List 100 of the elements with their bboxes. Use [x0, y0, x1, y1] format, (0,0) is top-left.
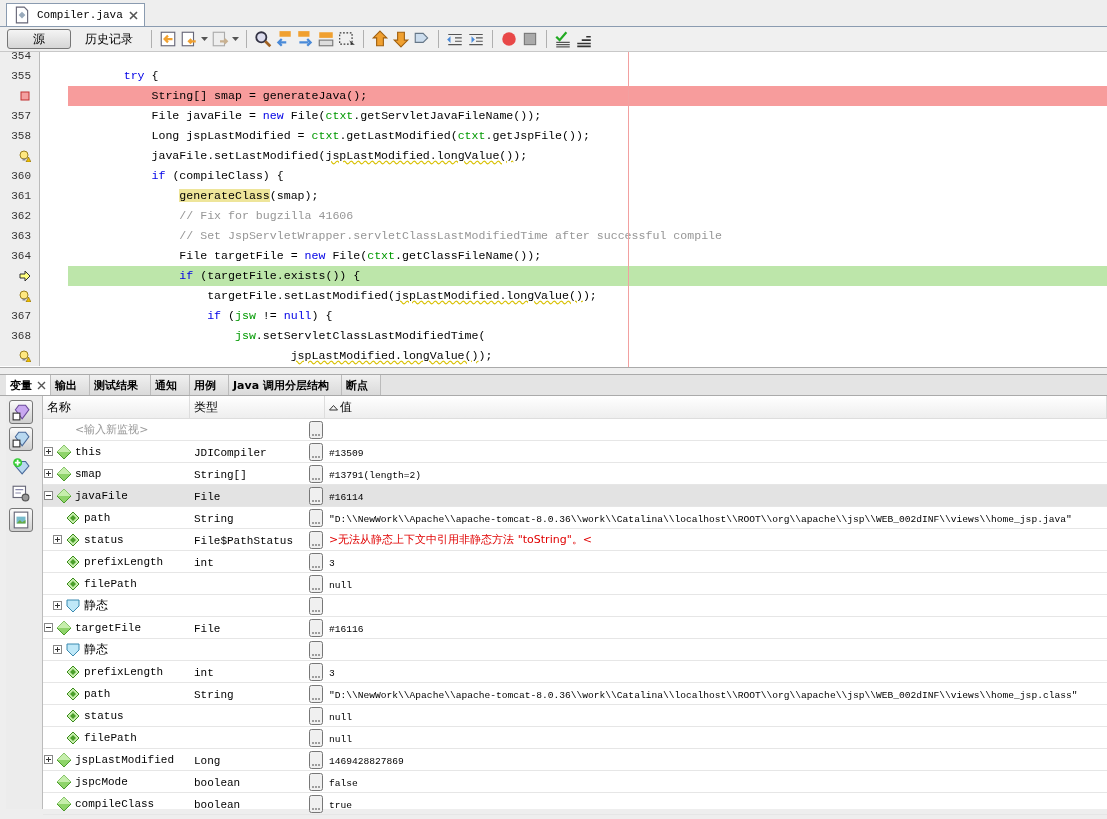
check-lines-icon[interactable]	[554, 30, 572, 48]
ellipsis-button[interactable]	[309, 706, 323, 725]
ellipsis-button[interactable]	[309, 508, 323, 527]
variable-value: "D:\\NewWork\\Apache\\apache-tomcat-8.0.36\\work\\Catalina\\localhost\\ROOT\\org\\apache\\jsp\\WEB_002dINF\\views\\home_jsp.class"	[328, 689, 1078, 701]
ellipsis-button[interactable]	[309, 420, 323, 439]
panel-tab[interactable]: Java 调用分层结构	[229, 375, 342, 395]
line-number: 364	[11, 250, 32, 262]
expand-icon[interactable]	[53, 645, 62, 654]
variable-type: File	[193, 490, 221, 503]
arrow-right-icon[interactable]	[296, 30, 314, 48]
variable-value: >无法从静态上下文中引用非静态方法 "toString"。<	[328, 533, 592, 546]
ellipsis-button[interactable]	[309, 728, 323, 747]
code-line: File javaFile = new File(ctxt.getServletJavaFileName());	[150, 108, 543, 124]
code-line: File targetFile = new File(ctxt.getClassFileName());	[178, 248, 543, 264]
ellipsis-button[interactable]	[309, 574, 323, 593]
sort-up-icon	[329, 402, 338, 412]
stop-icon[interactable]	[521, 30, 539, 48]
ellipsis-button[interactable]	[309, 530, 323, 549]
image-button[interactable]	[9, 508, 33, 532]
ellipsis-button[interactable]	[309, 442, 323, 461]
variable-name: status	[84, 709, 124, 722]
collapse-icon[interactable]	[44, 491, 53, 500]
record-icon[interactable]	[500, 30, 518, 48]
code-line: javaFile.setLastModified(jspLastModified.longValue());	[150, 148, 529, 164]
gem-button[interactable]	[9, 427, 33, 451]
panel-tab[interactable]: 变量	[6, 375, 51, 395]
variable-name: jspcMode	[75, 775, 128, 788]
variable-name: 静态	[84, 597, 108, 614]
code-line: if (compileClass) {	[150, 168, 285, 184]
variable-type: boolean	[193, 776, 241, 789]
variable-name: this	[75, 445, 102, 458]
variable-type: Long	[193, 754, 221, 767]
line-number: 357	[11, 110, 32, 122]
line-number: 355	[11, 70, 32, 82]
code-line: targetFile.setLastModified(jspLastModified.longValue());	[206, 288, 598, 304]
expand-icon[interactable]	[53, 601, 62, 610]
view-button[interactable]: 源	[7, 29, 71, 49]
selection-icon[interactable]	[338, 30, 356, 48]
add-gem-icon	[12, 457, 30, 475]
variable-name: status	[84, 533, 124, 546]
variable-value: false	[328, 777, 358, 789]
gem-button[interactable]	[9, 400, 33, 424]
highlight-icon[interactable]	[317, 30, 335, 48]
variable-name: compileClass	[75, 797, 155, 810]
variable-name: 静态	[84, 641, 108, 658]
ellipsis-button[interactable]	[309, 750, 323, 769]
ellipsis-button[interactable]	[309, 772, 323, 791]
variable-name: path	[84, 511, 111, 524]
ellipsis-button[interactable]	[309, 618, 323, 637]
ellipsis-button[interactable]	[309, 794, 323, 813]
close-icon[interactable]	[128, 10, 138, 20]
search-icon[interactable]	[254, 30, 272, 48]
variable-value: null	[328, 733, 353, 745]
variable-value: #13791(length=2)	[328, 469, 422, 481]
expand-icon[interactable]	[44, 469, 53, 478]
expand-icon[interactable]	[53, 535, 62, 544]
panel-tab[interactable]: 输出	[51, 375, 90, 395]
line-number: 367	[11, 310, 32, 322]
panel-tab[interactable]: 用例	[190, 375, 229, 395]
line-number: 361	[11, 190, 32, 202]
up-arrow-icon[interactable]	[371, 30, 389, 48]
column-header[interactable]: 值	[325, 396, 1107, 418]
variable-value: 3	[328, 667, 335, 679]
code-line: // Fix for bugzilla 41606	[178, 208, 355, 224]
code-line: if (jsw != null) {	[206, 308, 334, 324]
ellipsis-button[interactable]	[309, 486, 323, 505]
ellipsis-button[interactable]	[309, 552, 323, 571]
code-line: jspLastModified.longValue());	[289, 348, 494, 364]
ellipsis-button[interactable]	[309, 464, 323, 483]
variable-value: 3	[328, 557, 335, 569]
variable-type: int	[193, 666, 214, 679]
collapse-icon[interactable]	[44, 623, 53, 632]
expand-icon[interactable]	[44, 447, 53, 456]
variable-name: path	[84, 687, 111, 700]
line-number: 354	[11, 52, 32, 62]
column-header[interactable]: 名称	[43, 396, 190, 418]
gem-icon	[12, 403, 30, 421]
variable-value: "D:\\NewWork\\Apache\\apache-tomcat-8.0.36\\work\\Catalina\\localhost\\ROOT\\org\\apache\\jsp\\WEB_002dINF\\views\\home_jsp.java"	[328, 513, 1072, 525]
panel-tab[interactable]: 通知	[151, 375, 190, 395]
variable-name: prefixLength	[84, 555, 164, 568]
file-tab[interactable]: Compiler.java	[6, 3, 145, 26]
ellipsis-button[interactable]	[309, 662, 323, 681]
expand-icon[interactable]	[44, 755, 53, 764]
code-line: Long jspLastModified = ctxt.getLastModified(ctxt.getJspFile());	[150, 128, 591, 144]
panel-tab[interactable]: 断点	[341, 375, 381, 395]
view-button[interactable]: 历史记录	[76, 29, 142, 49]
code-line: jsw.setServletClassLastModifiedTime(	[234, 328, 487, 344]
ellipsis-button[interactable]	[309, 684, 323, 703]
selected-row[interactable]: javaFile File #16114	[43, 485, 1107, 507]
variable-type: String	[193, 512, 234, 525]
variable-type: String[]	[193, 468, 247, 481]
variable-type: boolean	[193, 798, 241, 811]
panel-tab[interactable]: 测试结果	[90, 375, 151, 395]
ellipsis-button[interactable]	[309, 596, 323, 615]
variable-name: filePath	[84, 577, 137, 590]
column-header[interactable]: 类型	[190, 396, 325, 418]
close-icon[interactable]	[37, 380, 46, 390]
ellipsis-button[interactable]	[309, 640, 323, 659]
variable-type: JDICompiler	[193, 446, 267, 459]
down-arrow-icon[interactable]	[392, 30, 410, 48]
